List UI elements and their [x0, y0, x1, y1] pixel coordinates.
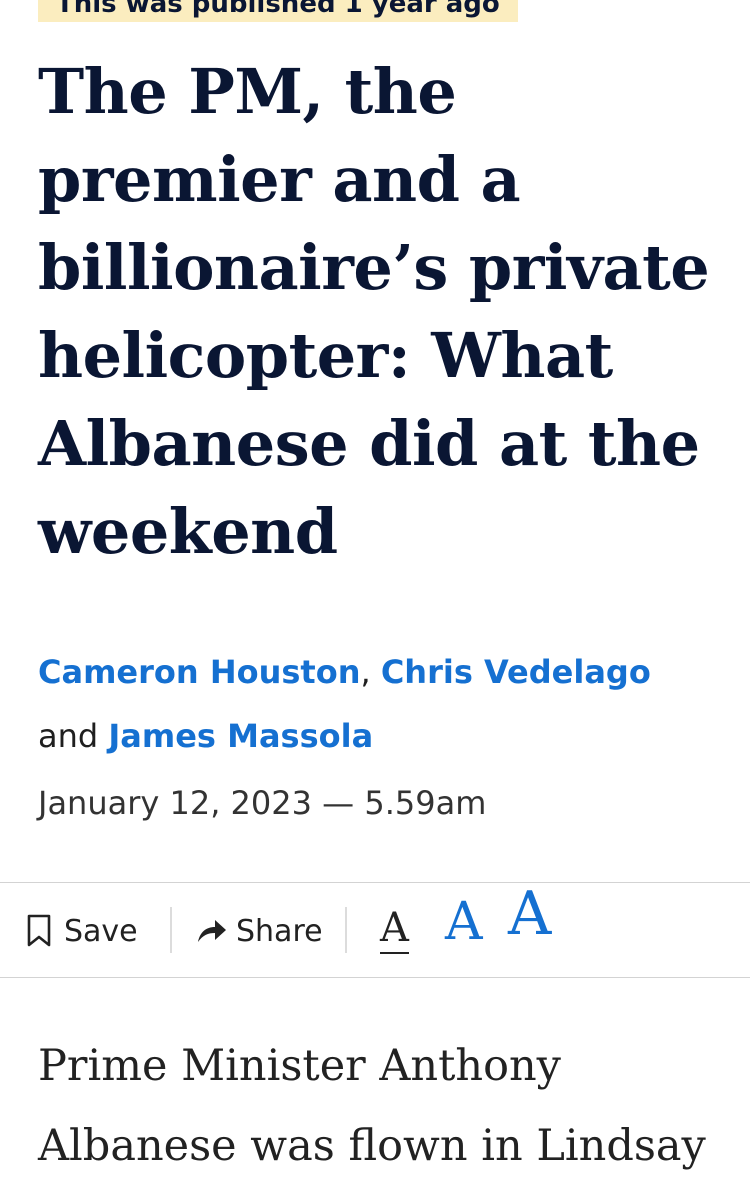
save-label: Save [64, 913, 138, 949]
article-headline: The PM, the premier and a billionaire’s … [38, 55, 710, 568]
article-body-paragraph: Prime Minister Anthony Albanese was flow… [38, 1041, 706, 1171]
save-button[interactable]: Save [26, 905, 138, 957]
share-label: Share [236, 913, 323, 949]
article-toolbar: Save Share [0, 882, 750, 978]
byline: Cameron Houston, Chris Vedelago and James… [38, 640, 728, 768]
toolbar-divider [170, 907, 172, 953]
author-link-chris-vedelago[interactable]: Chris Vedelago [381, 653, 651, 691]
byline-conjunction: and [38, 717, 109, 755]
byline-separator: , [360, 653, 381, 691]
toolbar-divider [345, 907, 347, 953]
published-notice-badge: This was published 1 year ago [38, 0, 518, 22]
share-arrow-icon [196, 918, 228, 944]
author-link-cameron-houston[interactable]: Cameron Houston [38, 653, 360, 691]
font-size-medium-button[interactable]: A [445, 896, 483, 948]
article-date: January 12, 2023 — 5.59am [38, 784, 487, 822]
bookmark-icon [26, 914, 52, 948]
author-link-james-massola[interactable]: James Massola [108, 717, 373, 755]
font-size-small-button[interactable]: A [380, 908, 409, 954]
share-button[interactable]: Share [196, 905, 323, 957]
font-size-large-button[interactable]: A [508, 884, 551, 944]
